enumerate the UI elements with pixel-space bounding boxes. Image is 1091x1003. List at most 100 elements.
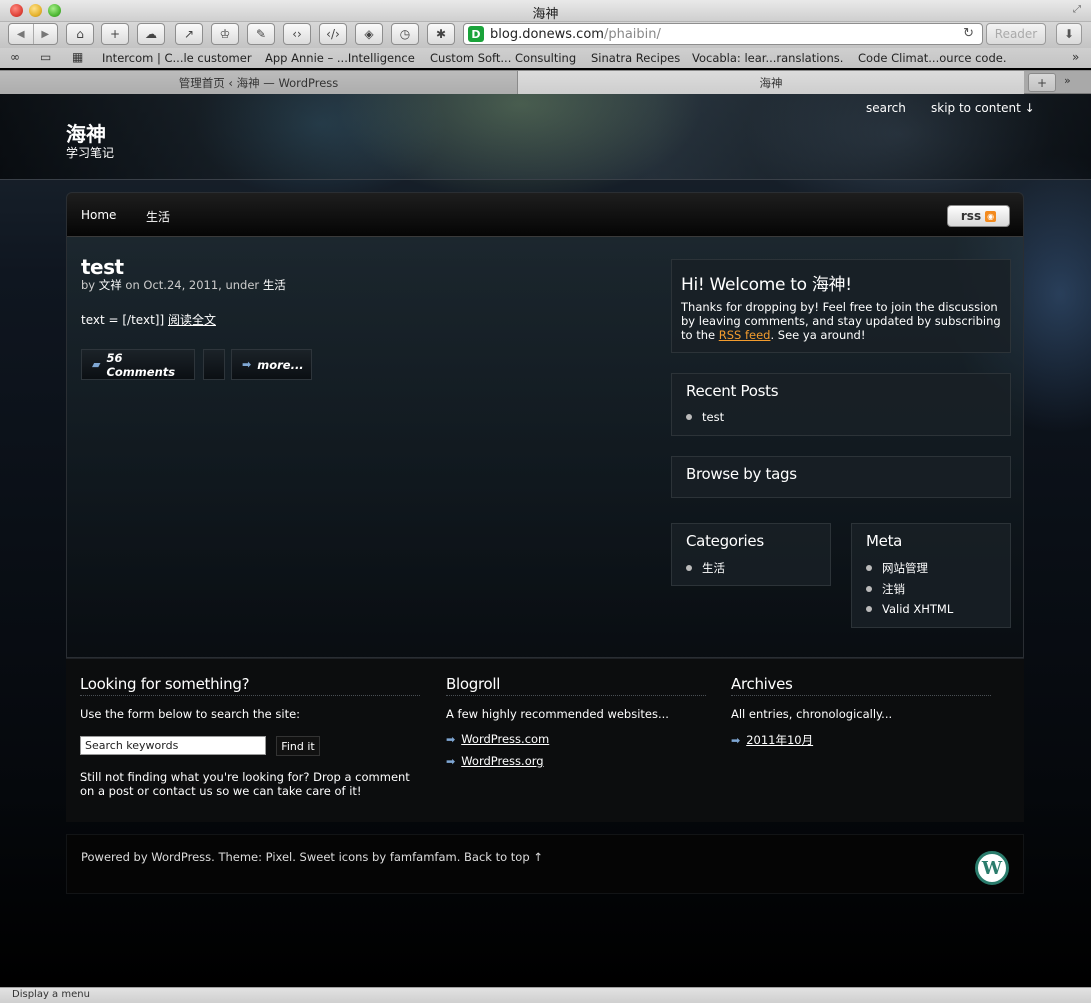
meta-link-logout[interactable]: 注销 bbox=[882, 581, 905, 597]
pin-icon[interactable]: ✎ bbox=[247, 23, 275, 45]
page-viewport: 海神 学习笔记 search skip to content ↓ Home 生活… bbox=[0, 94, 1091, 987]
address-bar[interactable]: D blog.donews.com/phaibin/ ↻ bbox=[463, 23, 983, 45]
fullscreen-icon[interactable]: ⤢ bbox=[1073, 4, 1085, 16]
post-category-link[interactable]: 生活 bbox=[263, 278, 286, 292]
share-icon[interactable]: ↗ bbox=[175, 23, 203, 45]
tabs-overflow-icon[interactable]: » bbox=[1064, 74, 1071, 87]
clock-icon[interactable]: ◷ bbox=[391, 23, 419, 45]
main-nav: Home 生活 rss ◉ bbox=[67, 193, 1023, 237]
archives-intro: All entries, chronologically... bbox=[731, 707, 893, 721]
blogroll-link-label[interactable]: WordPress.org bbox=[461, 754, 543, 768]
categories-widget: Categories 生活 bbox=[671, 523, 831, 586]
bookmark-item[interactable]: Sinatra Recipes bbox=[591, 51, 680, 65]
back-icon[interactable]: ◀ bbox=[9, 24, 34, 44]
bookmark-item[interactable]: Custom Soft... Consulting bbox=[430, 51, 576, 65]
search-input[interactable] bbox=[80, 736, 266, 755]
post-author-link[interactable]: 文祥 bbox=[99, 278, 122, 292]
archive-link[interactable]: ➡ 2011年10月 bbox=[731, 732, 813, 748]
blogroll-title: Blogroll bbox=[446, 675, 706, 696]
footer-credits: Powered by WordPress. Theme: Pixel. Swee… bbox=[81, 850, 543, 864]
main-content: Home 生活 rss ◉ test by 文祥 on Oct.24, 2011… bbox=[66, 192, 1024, 658]
tags-widget: Browse by tags bbox=[671, 456, 1011, 498]
archive-link-label[interactable]: 2011年10月 bbox=[746, 732, 813, 748]
list-item[interactable]: 注销 bbox=[866, 581, 905, 597]
search-help: Still not finding what you're looking fo… bbox=[80, 770, 410, 798]
category-link[interactable]: 生活 bbox=[702, 560, 725, 576]
blogroll-link-label[interactable]: WordPress.com bbox=[461, 732, 549, 746]
post-body: text = [/text]] 阅读全文 bbox=[81, 311, 216, 328]
meta-link-xhtml[interactable]: Valid XHTML bbox=[882, 602, 953, 616]
status-bar: Display a menu bbox=[0, 987, 1091, 1003]
bookmark-item[interactable]: Code Climat...ource code. bbox=[858, 51, 1006, 65]
url-host: blog.donews.com bbox=[490, 26, 604, 42]
nav-home[interactable]: Home bbox=[81, 208, 116, 222]
downloads-icon[interactable]: ⬇ bbox=[1056, 23, 1082, 45]
skip-to-content-link[interactable]: skip to content ↓ bbox=[931, 101, 1035, 115]
site-title[interactable]: 海神 bbox=[66, 118, 106, 147]
forward-icon[interactable]: ▶ bbox=[34, 24, 58, 44]
arrow-right-icon: ➡ bbox=[446, 754, 456, 768]
site-description: 学习笔记 bbox=[66, 146, 115, 160]
code-icon[interactable]: ‹› bbox=[283, 23, 311, 45]
search-link[interactable]: search bbox=[866, 101, 906, 115]
footer-widgets: Looking for something? Use the form belo… bbox=[66, 658, 1024, 822]
tags-title: Browse by tags bbox=[686, 465, 797, 483]
bookmarks-bar: ∞ ▭ ▦ Intercom | C...le customer App Ann… bbox=[0, 48, 1091, 68]
wordpress-logo-icon[interactable]: W bbox=[975, 851, 1009, 885]
home-icon[interactable]: ⌂ bbox=[66, 23, 94, 45]
arrow-right-icon: ➡ bbox=[242, 358, 252, 371]
reader-button[interactable]: Reader bbox=[986, 23, 1046, 45]
blogroll-link[interactable]: ➡ WordPress.org bbox=[446, 754, 544, 768]
top-sites-icon[interactable]: ▦ bbox=[72, 50, 83, 64]
welcome-widget: Hi! Welcome to 海神! Thanks for dropping b… bbox=[671, 259, 1011, 353]
bookmarks-icon[interactable]: ▭ bbox=[40, 50, 51, 64]
bookmarks-overflow-icon[interactable]: » bbox=[1072, 50, 1079, 64]
blogroll-link[interactable]: ➡ WordPress.com bbox=[446, 732, 549, 746]
recent-posts-title: Recent Posts bbox=[686, 382, 779, 400]
recent-post-link[interactable]: test bbox=[702, 410, 724, 424]
code-slash-icon[interactable]: ‹/› bbox=[319, 23, 347, 45]
welcome-text-after: . See ya around! bbox=[770, 328, 866, 342]
list-item[interactable]: Valid XHTML bbox=[866, 602, 953, 616]
find-button[interactable]: Find it bbox=[276, 736, 320, 756]
window-titlebar: 海神 ⤢ bbox=[0, 0, 1091, 22]
bookmark-item[interactable]: Intercom | C...le customer bbox=[102, 51, 252, 65]
back-forward-buttons: ◀ ▶ bbox=[8, 23, 58, 45]
bookmark-item[interactable]: Vocabla: lear...ranslations. bbox=[692, 51, 843, 65]
site-favicon-icon: D bbox=[468, 26, 484, 42]
list-item[interactable]: 生活 bbox=[686, 560, 725, 576]
reading-list-icon[interactable]: ∞ bbox=[10, 50, 20, 64]
reload-icon[interactable]: ↻ bbox=[963, 26, 974, 41]
list-item[interactable]: 网站管理 bbox=[866, 560, 928, 576]
blogroll-intro: A few highly recommended websites... bbox=[446, 707, 669, 721]
post-excerpt: text = [/text]] bbox=[81, 313, 165, 327]
add-icon[interactable]: + bbox=[101, 23, 129, 45]
comments-icon: ▰ bbox=[92, 358, 101, 371]
read-more-link[interactable]: 阅读全文 bbox=[168, 313, 216, 327]
layers-icon[interactable]: ◈ bbox=[355, 23, 383, 45]
post-title[interactable]: test bbox=[81, 255, 124, 279]
rss-button[interactable]: rss ◉ bbox=[947, 205, 1010, 227]
comments-button[interactable]: ▰ 56 Comments bbox=[81, 349, 195, 380]
bookmark-item[interactable]: App Annie – ...Intelligence bbox=[265, 51, 415, 65]
new-tab-icon[interactable]: + bbox=[1028, 73, 1056, 92]
list-item[interactable]: test bbox=[686, 410, 724, 424]
status-text: Display a menu bbox=[12, 989, 90, 1000]
nav-life[interactable]: 生活 bbox=[146, 208, 170, 225]
cloud-icon[interactable]: ☁ bbox=[137, 23, 165, 45]
tab-blog[interactable]: 海神 bbox=[518, 71, 1024, 94]
search-widget-title: Looking for something? bbox=[80, 675, 420, 696]
crown-icon[interactable]: ♔ bbox=[211, 23, 239, 45]
tab-wordpress-admin[interactable]: 管理首页 ‹ 海神 — WordPress bbox=[0, 71, 518, 94]
post-meta: by 文祥 on Oct.24, 2011, under 生活 bbox=[81, 277, 286, 293]
meta-title: Meta bbox=[866, 532, 903, 550]
site-header bbox=[0, 94, 1091, 180]
categories-title: Categories bbox=[686, 532, 764, 550]
meta-link-admin[interactable]: 网站管理 bbox=[882, 560, 928, 576]
empty-post-button[interactable] bbox=[203, 349, 225, 380]
bullet-icon bbox=[686, 565, 692, 571]
bug-icon[interactable]: ✱ bbox=[427, 23, 455, 45]
more-button[interactable]: ➡ more... bbox=[231, 349, 312, 380]
rss-feed-link[interactable]: RSS feed bbox=[719, 328, 771, 342]
tab-bar: 管理首页 ‹ 海神 — WordPress 海神 + » bbox=[0, 70, 1091, 94]
